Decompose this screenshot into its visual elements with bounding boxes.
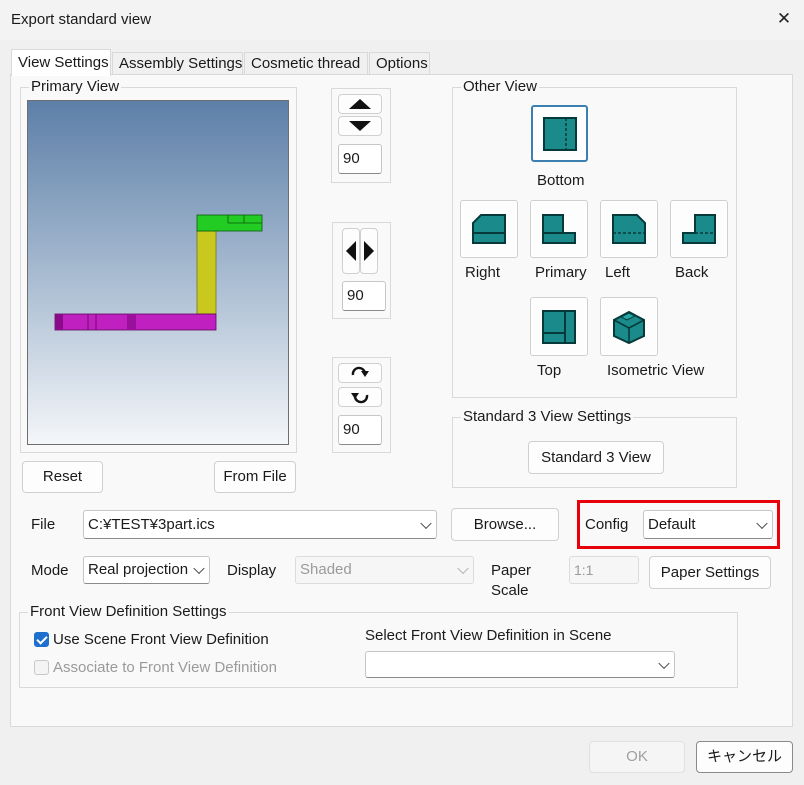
rotate-down-button[interactable] [338, 116, 382, 136]
bottom-view-icon [542, 116, 577, 151]
browse-button[interactable]: Browse... [451, 508, 559, 541]
paper-settings-label: Paper Settings [660, 564, 760, 581]
tab-label: View Settings [18, 54, 109, 71]
view-back-button[interactable] [670, 200, 728, 258]
spin-angle-value: 90 [343, 421, 360, 438]
display-label: Display [227, 562, 277, 579]
chevron-down-icon [457, 562, 469, 575]
arrow-up-icon [349, 99, 371, 109]
close-icon[interactable]: ✕ [770, 4, 798, 34]
standard-3-view-button[interactable]: Standard 3 View [528, 441, 664, 474]
back-view-icon [682, 214, 716, 244]
paper-scale-label-line2: Scale [491, 582, 529, 599]
view-right-label: Right [465, 264, 501, 281]
display-combo[interactable]: Shaded [295, 556, 474, 584]
arrow-left-icon [346, 241, 356, 261]
tab-label: Options [376, 55, 428, 72]
view-left-button[interactable] [600, 200, 658, 258]
primary-view-icon [542, 214, 576, 244]
view-top-button[interactable] [530, 297, 588, 356]
tab-label: Cosmetic thread [251, 55, 361, 72]
use-scene-front-view-checkbox[interactable] [34, 632, 49, 647]
view-isometric-label: Isometric View [607, 362, 705, 379]
mode-combo[interactable]: Real projection [83, 556, 210, 584]
rotate-up-button[interactable] [338, 94, 382, 114]
file-label: File [31, 516, 56, 533]
group-title: Other View [461, 78, 539, 96]
file-value: C:¥TEST¥3part.ics [88, 516, 215, 533]
group-title: Standard 3 View Settings [461, 408, 634, 426]
view-left-label: Left [605, 264, 631, 281]
tab-assembly-settings[interactable]: Assembly Settings [112, 52, 243, 75]
from-file-button[interactable]: From File [214, 461, 296, 493]
file-combo[interactable]: C:¥TEST¥3part.ics [83, 510, 437, 539]
ok-button[interactable]: OK [589, 741, 685, 773]
model-preview [28, 101, 288, 444]
spin-angle-input[interactable]: 90 [338, 415, 382, 445]
chevron-down-icon [658, 657, 670, 669]
horizontal-angle-input[interactable]: 90 [342, 281, 386, 311]
reset-button[interactable]: Reset [22, 461, 103, 493]
select-front-view-label: Select Front View Definition in Scene [365, 627, 612, 644]
view-top-label: Top [537, 362, 562, 379]
tab-cosmetic-thread[interactable]: Cosmetic thread [244, 52, 368, 75]
standard-3-view-label: Standard 3 View [541, 449, 651, 466]
vertical-angle-input[interactable]: 90 [338, 144, 382, 174]
group-title: Primary View [29, 78, 122, 96]
tab-options[interactable]: Options [369, 52, 430, 75]
display-value: Shaded [300, 561, 352, 578]
chevron-down-icon [420, 517, 432, 529]
right-view-icon [472, 214, 506, 244]
view-right-button[interactable] [460, 200, 518, 258]
rotate-right-button[interactable] [360, 228, 378, 274]
window-title: Export standard view [11, 11, 152, 28]
primary-view-preview[interactable] [27, 100, 289, 445]
rotate-counterclockwise-icon [351, 393, 369, 404]
view-isometric-button[interactable] [600, 297, 658, 356]
left-view-icon [612, 214, 646, 244]
rotate-left-button[interactable] [342, 228, 360, 274]
paper-scale-value: 1:1 [574, 562, 594, 578]
associate-front-view-checkbox[interactable] [34, 660, 49, 675]
config-highlight-box [577, 500, 780, 549]
from-file-label: From File [223, 468, 287, 485]
use-scene-front-view-label: Use Scene Front View Definition [53, 631, 269, 648]
isometric-view-icon [613, 310, 645, 344]
paper-scale-input[interactable]: 1:1 [569, 556, 639, 584]
browse-label: Browse... [473, 516, 537, 533]
tab-view-settings[interactable]: View Settings [11, 49, 111, 76]
paper-scale-label-line1: Paper [491, 562, 532, 579]
select-front-view-combo[interactable] [365, 651, 675, 678]
arrow-right-icon [364, 241, 374, 261]
chevron-down-icon [193, 562, 205, 575]
view-bottom-button[interactable] [531, 105, 588, 162]
vertical-angle-value: 90 [343, 150, 360, 167]
view-primary-button[interactable] [530, 200, 588, 258]
paper-settings-button[interactable]: Paper Settings [649, 556, 771, 589]
view-primary-label: Primary [535, 264, 587, 281]
view-back-label: Back [675, 264, 709, 281]
cancel-label: キャンセル [706, 748, 782, 765]
associate-front-view-label: Associate to Front View Definition [53, 659, 277, 676]
tab-label: Assembly Settings [119, 55, 243, 72]
mode-value: Real projection [88, 561, 189, 578]
title-bar: Export standard view ✕ [0, 0, 804, 40]
horizontal-angle-value: 90 [347, 287, 364, 304]
group-title: Front View Definition Settings [28, 603, 229, 621]
reset-label: Reset [42, 468, 83, 485]
rotate-clockwise-button[interactable] [338, 363, 382, 383]
rotate-clockwise-icon [351, 366, 369, 377]
cancel-button[interactable]: キャンセル [696, 741, 793, 773]
arrow-down-icon [349, 121, 371, 131]
top-view-icon [542, 309, 576, 344]
mode-label: Mode [31, 562, 69, 579]
rotate-counterclockwise-button[interactable] [338, 387, 382, 407]
view-bottom-label: Bottom [537, 172, 585, 189]
ok-label: OK [626, 748, 648, 765]
